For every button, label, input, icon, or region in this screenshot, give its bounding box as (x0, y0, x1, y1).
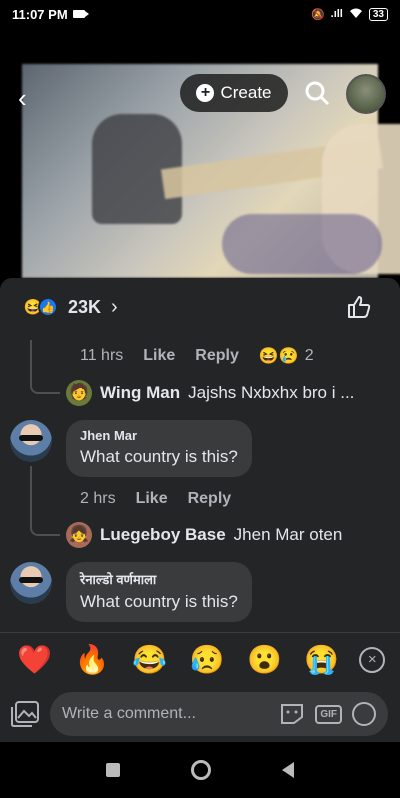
like-button[interactable] (346, 294, 372, 320)
sticker-icon[interactable] (279, 702, 305, 726)
comment-meta: 2 hrs Like Reply (80, 490, 231, 508)
system-nav-bar (0, 742, 400, 798)
recents-icon[interactable] (105, 763, 120, 777)
wow-emoji-button[interactable]: 😮 (244, 643, 284, 676)
home-icon[interactable] (190, 760, 211, 780)
fire-emoji-button[interactable]: 🔥 (72, 643, 112, 676)
reaction-count: 2 (304, 347, 314, 364)
sad-reaction-icon: 😢 (278, 348, 299, 365)
close-icon[interactable]: × (359, 646, 386, 673)
comment-reactions[interactable]: 😆 😢 2 (259, 346, 314, 366)
thread-line (30, 466, 60, 536)
reply-link[interactable]: Reply (188, 490, 232, 508)
create-label: Create (220, 83, 272, 102)
gallery-icon[interactable] (10, 700, 40, 728)
avatar: 👧 (66, 522, 92, 548)
laugh-reaction-icon: 😆 (258, 348, 279, 365)
reply-author: Luegeboy Base (100, 525, 226, 544)
laugh-emoji-button[interactable]: 😂 (130, 643, 170, 676)
back-icon[interactable] (282, 762, 295, 778)
comment-input[interactable]: Write a comment... GIF (50, 692, 388, 736)
signal-icon: .ıll (330, 8, 343, 20)
status-bar: 11:07 PM 🔕 .ıll 33 (0, 0, 400, 28)
plus-icon: + (196, 84, 215, 102)
comment-author[interactable]: रेनाल्डो वर्णमाला (80, 570, 238, 588)
reply-text: Jhen Mar oten (233, 525, 343, 544)
comment-time: 11 hrs (80, 347, 124, 364)
comment-time: 2 hrs (80, 490, 116, 507)
chevron-right-icon: › (111, 295, 118, 318)
comment: रेनाल्डो वर्णमाला What country is this? (10, 562, 252, 622)
avatar: 🧑 (66, 380, 92, 406)
profile-avatar[interactable] (346, 74, 386, 114)
like-reaction-icon: 👍 (38, 297, 58, 317)
reaction-count: 23K (68, 296, 102, 317)
reply-author: Wing Man (100, 383, 181, 402)
like-link[interactable]: Like (136, 490, 168, 508)
comment-bubble[interactable]: Jhen Mar What country is this? (66, 420, 252, 477)
gif-button[interactable]: GIF (315, 704, 342, 724)
comment-placeholder: Write a comment... (62, 705, 196, 722)
cry-emoji-button[interactable]: 😭 (302, 643, 342, 676)
emoji-picker-icon[interactable] (352, 702, 376, 726)
wifi-icon (349, 7, 363, 22)
video-camera-icon (72, 10, 89, 18)
comment-text: What country is this? (80, 592, 238, 611)
comment-bubble[interactable]: रेनाल्डो वर्णमाला What country is this? (66, 562, 252, 622)
battery-level: 33 (368, 7, 388, 21)
reply-preview[interactable]: 🧑 Wing Man Jajshs Nxbxhx bro i ... (66, 380, 354, 406)
status-time: 11:07 PM (12, 6, 68, 22)
reply-link[interactable]: Reply (195, 347, 239, 365)
back-button[interactable]: ‹ (18, 83, 27, 114)
like-link[interactable]: Like (143, 347, 175, 365)
sad-emoji-button[interactable]: 😥 (187, 643, 227, 676)
comment-meta: 11 hrs Like Reply 😆 😢 2 (80, 346, 314, 366)
comment-text: What country is this? (80, 447, 238, 466)
create-button[interactable]: + Create (180, 74, 288, 112)
avatar[interactable] (10, 420, 52, 462)
search-icon[interactable] (304, 80, 330, 106)
comment-composer: Write a comment... GIF (0, 686, 400, 742)
heart-emoji-button[interactable]: ❤️ (15, 643, 55, 676)
comment-author[interactable]: Jhen Mar (80, 428, 238, 443)
video-area[interactable]: ‹ + Create (0, 28, 400, 278)
thread-line (30, 340, 60, 394)
avatar[interactable] (10, 562, 52, 604)
emoji-bar: ❤️ 🔥 😂 😥 😮 😭 × (0, 632, 400, 686)
reactions-summary[interactable]: 😆 👍 23K › (0, 278, 400, 336)
mute-icon: 🔕 (310, 8, 325, 21)
reply-preview[interactable]: 👧 Luegeboy Base Jhen Mar oten (66, 522, 342, 548)
reply-text: Jajshs Nxbxhx bro i ... (188, 383, 355, 402)
